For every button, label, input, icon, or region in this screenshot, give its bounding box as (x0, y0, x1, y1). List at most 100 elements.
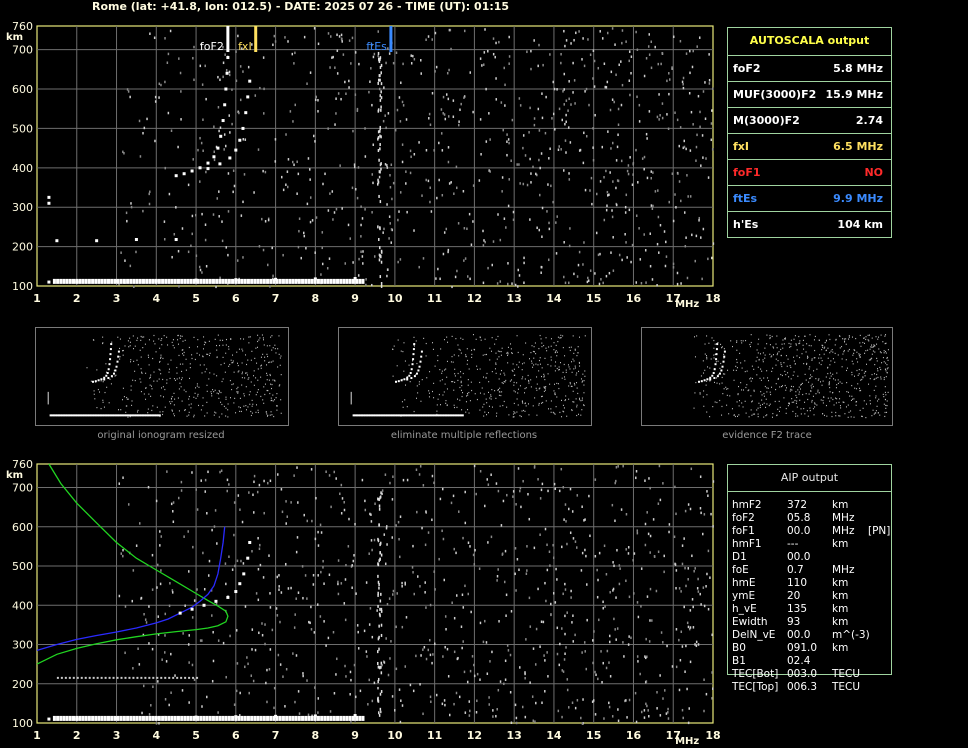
trace-point (234, 148, 238, 152)
trace-point (135, 715, 139, 721)
y-tick-label: 200 (12, 678, 33, 691)
trace-point (100, 676, 103, 679)
trace-point (288, 278, 292, 284)
aip-value: 93 (787, 616, 801, 628)
aip-unit: km (832, 642, 849, 654)
trace-point (348, 715, 352, 721)
trace-point (161, 278, 165, 284)
trace-point (141, 278, 145, 284)
trace-point (75, 717, 79, 721)
trace-point (148, 278, 152, 284)
trace-point (119, 278, 123, 284)
trace-point (132, 278, 136, 284)
trace-point (320, 278, 324, 284)
trace-point (224, 715, 228, 721)
trace-point (329, 278, 333, 284)
x-tick-label: 11 (427, 292, 442, 305)
aip-unit: MHz (832, 525, 855, 537)
trace-point (198, 166, 202, 170)
autoscala-row-muf-3000-f2: MUF(3000)F2 15.9 MHz (728, 81, 891, 106)
autoscala-label: MUF(3000)F2 (733, 88, 817, 101)
x-tick-label: 12 (467, 729, 482, 742)
trace-point (148, 676, 151, 679)
trace-point (240, 715, 244, 721)
autoscala-value: NO (864, 166, 883, 179)
thumb-noise (86, 334, 282, 418)
trace-point (151, 278, 155, 284)
autoscala-row-m-3000-f2: M(3000)F2 2.74 (728, 107, 891, 132)
x-tick-label: 15 (586, 292, 601, 305)
autoscala-title: AUTOSCALA output (749, 34, 870, 47)
trace-point (71, 278, 75, 284)
autoscala-row-fof2: foF2 5.8 MHz (728, 55, 891, 80)
trace-point (358, 278, 362, 284)
trace-point (227, 715, 231, 721)
x-tick-label: 1 (33, 729, 41, 742)
trace-point (164, 278, 168, 284)
trace-point (100, 715, 104, 721)
trace-point (241, 126, 245, 130)
x-tick-label: 4 (152, 292, 160, 305)
aip-value: 00.0 (787, 629, 811, 641)
trace-point (202, 715, 206, 721)
x-tick-label: 8 (312, 729, 320, 742)
trace-point (326, 715, 330, 721)
trace-point (91, 278, 95, 284)
aip-value: 091.0 (787, 642, 818, 654)
trace-point (351, 278, 355, 284)
trace-point (62, 715, 66, 721)
trace-point (345, 278, 349, 284)
trace-point (103, 278, 107, 284)
trace-point (243, 278, 247, 284)
trace-point (323, 715, 327, 721)
trace-point (113, 278, 117, 284)
trace-point (97, 278, 101, 284)
trace-point (361, 278, 365, 284)
trace-point (316, 278, 320, 284)
trace-point (228, 156, 232, 160)
trace-point (92, 676, 95, 679)
trace-point (281, 278, 285, 284)
trace-point (145, 278, 149, 284)
x-tick-label: 5 (192, 729, 200, 742)
aip-value: 006.3 (787, 681, 818, 693)
trace-point (135, 278, 139, 284)
x-axis-label: MHz (675, 299, 699, 310)
trace-point (122, 715, 126, 721)
trace-point (132, 676, 135, 679)
aip-name: hmE (732, 577, 756, 589)
trace-point (186, 278, 190, 284)
aip-value: 02.4 (787, 655, 811, 667)
x-tick-label: 13 (507, 729, 522, 742)
trace-point (269, 715, 273, 721)
trace-point (183, 278, 187, 284)
trace-point (291, 715, 295, 721)
trace-point (250, 278, 254, 284)
autoscala-label: foF1 (733, 166, 761, 179)
trace-point (275, 278, 279, 284)
trace-point (157, 715, 161, 721)
aip-name: B0 (732, 642, 746, 654)
aip-extra: [PN] (868, 525, 891, 537)
trace-point (68, 715, 72, 721)
aip-title: AIP output (728, 465, 891, 492)
trace-point (106, 278, 110, 284)
aip-name: foF1 (732, 525, 755, 537)
trace-point (174, 238, 178, 242)
x-tick-label: 14 (546, 292, 562, 305)
trace-point (223, 103, 227, 107)
trace-point (190, 169, 194, 173)
trace-point (47, 717, 51, 721)
trace-point (262, 278, 266, 284)
trace-point (47, 201, 51, 205)
trace-point (94, 278, 98, 284)
trace-point (320, 715, 324, 721)
aip-name: hmF1 (732, 538, 762, 550)
trace-point (96, 676, 99, 679)
aip-name: TEC[Top] (732, 681, 779, 693)
trace-point (259, 715, 263, 721)
autoscala-label: h'Es (733, 218, 759, 231)
autoscala-label: ftEs (733, 192, 758, 205)
trace-point (183, 715, 187, 721)
trace-point (144, 676, 147, 679)
